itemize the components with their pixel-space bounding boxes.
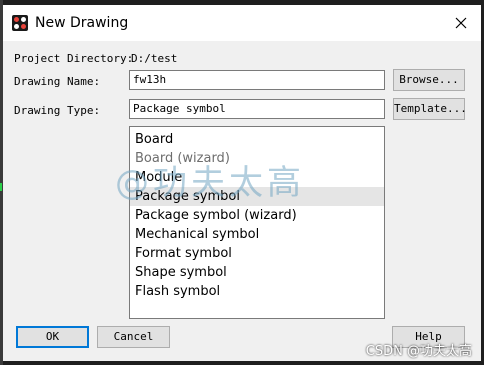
background-indicator	[0, 183, 2, 191]
list-item-format-symbol[interactable]: Format symbol	[130, 244, 384, 263]
close-icon	[455, 17, 467, 29]
template-button[interactable]: Template...	[393, 98, 467, 120]
drawing-type-label: Drawing Type:	[14, 104, 101, 117]
list-item-mechanical-symbol[interactable]: Mechanical symbol	[130, 225, 384, 244]
cancel-button[interactable]: Cancel	[97, 326, 170, 348]
ok-button[interactable]: OK	[16, 326, 89, 348]
project-directory-value: D:/test	[131, 52, 178, 65]
drawing-type-field[interactable]: Package symbol	[129, 99, 385, 119]
drawing-name-label: Drawing Name:	[14, 75, 101, 88]
close-button[interactable]	[451, 13, 471, 33]
watermark-corner: CSDN @功夫太高	[365, 344, 472, 359]
watermark-center: @功夫太高	[115, 163, 305, 203]
title-bar: New Drawing	[3, 5, 481, 41]
app-icon	[12, 15, 28, 31]
new-drawing-dialog: New Drawing Project Directory: D:/test D…	[3, 5, 481, 361]
drawing-name-input[interactable]: fw13h	[129, 70, 385, 90]
list-item-flash-symbol[interactable]: Flash symbol	[130, 282, 384, 301]
window-title: New Drawing	[35, 15, 129, 31]
project-directory-label: Project Directory:	[14, 52, 134, 65]
list-item-board[interactable]: Board	[130, 130, 384, 149]
browse-button[interactable]: Browse...	[393, 69, 465, 91]
list-item-shape-symbol[interactable]: Shape symbol	[130, 263, 384, 282]
list-item-package-symbol-wizard[interactable]: Package symbol (wizard)	[130, 206, 384, 225]
